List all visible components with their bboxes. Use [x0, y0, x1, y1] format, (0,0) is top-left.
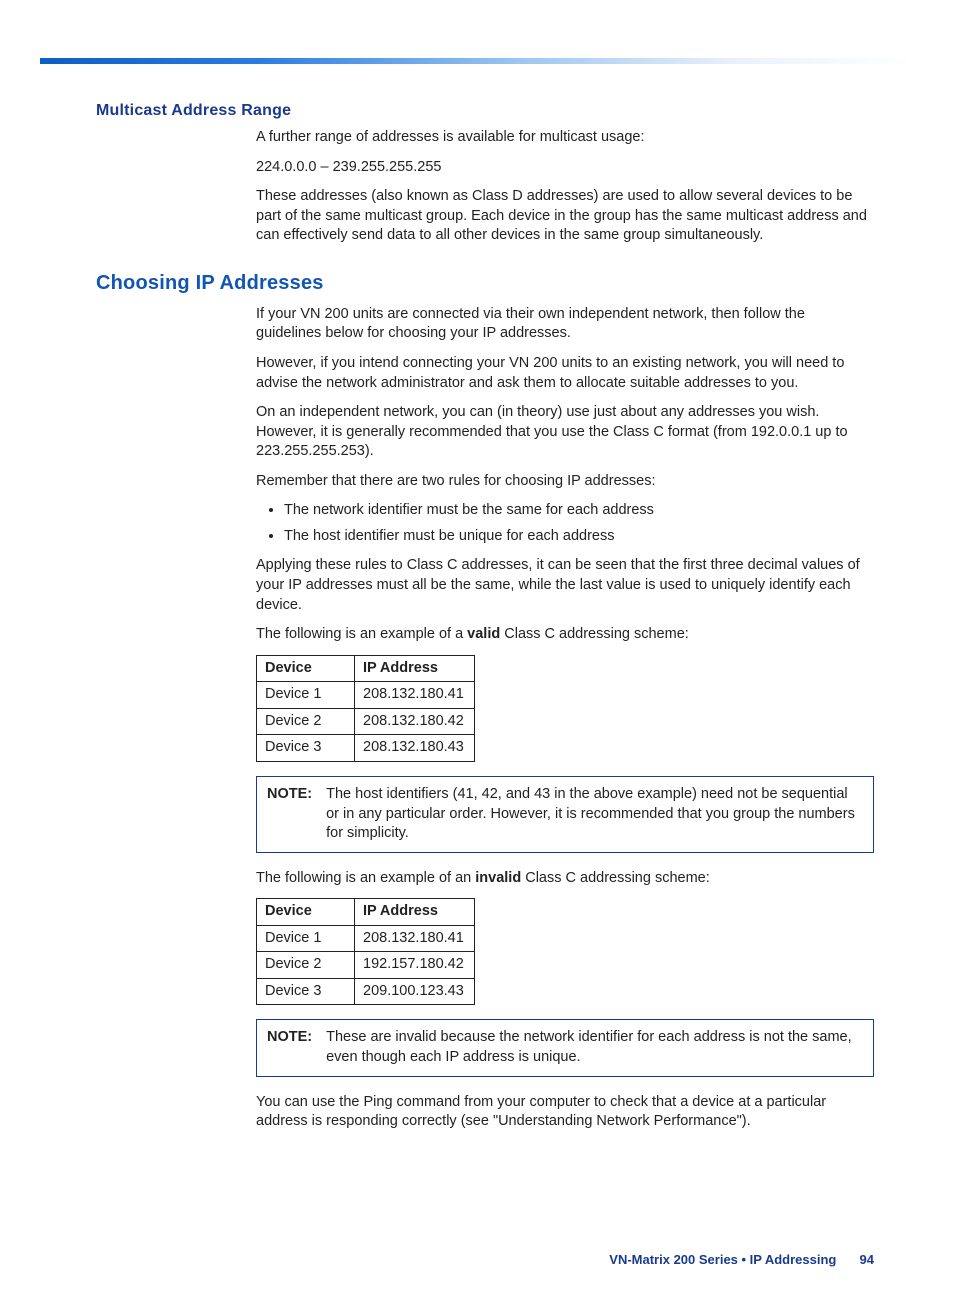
list-item: The network identifier must be the same …	[284, 501, 874, 521]
closing-paragraph: You can use the Ping command from your c…	[256, 1093, 874, 1132]
heading-multicast: Multicast Address Range	[96, 102, 874, 120]
heading-choosing: Choosing IP Addresses	[96, 272, 874, 295]
note-text: These are invalid because the network id…	[326, 1028, 863, 1067]
table-header-ip: IP Address	[355, 655, 475, 682]
note-text: The host identifiers (41, 42, and 43 in …	[326, 785, 863, 844]
table-row: Device 3208.132.180.43	[257, 735, 475, 762]
multicast-intro: A further range of addresses is availabl…	[256, 128, 874, 148]
table-row: Device 2208.132.180.42	[257, 708, 475, 735]
valid-intro: The following is an example of a valid C…	[256, 625, 874, 645]
table-header-device: Device	[257, 655, 355, 682]
note-label: NOTE:	[267, 1028, 312, 1067]
note-label: NOTE:	[267, 785, 312, 844]
note-box-2: NOTE: These are invalid because the netw…	[256, 1019, 874, 1076]
table-row: Device 2192.157.180.42	[257, 952, 475, 979]
table-header-device: Device	[257, 899, 355, 926]
choosing-p5: Applying these rules to Class C addresse…	[256, 556, 874, 615]
note-box-1: NOTE: The host identifiers (41, 42, and …	[256, 776, 874, 853]
list-item: The host identifier must be unique for e…	[284, 527, 874, 547]
multicast-desc: These addresses (also known as Class D a…	[256, 187, 874, 246]
multicast-range: 224.0.0.0 – 239.255.255.255	[256, 158, 874, 178]
choosing-p3: On an independent network, you can (in t…	[256, 403, 874, 462]
page-number: 94	[840, 1252, 874, 1267]
choosing-p2: However, if you intend connecting your V…	[256, 354, 874, 393]
table-row: Device 1208.132.180.41	[257, 682, 475, 709]
invalid-address-table: Device IP Address Device 1208.132.180.41…	[256, 898, 475, 1005]
choosing-p1: If your VN 200 units are connected via t…	[256, 305, 874, 344]
header-gradient-bar	[40, 58, 914, 64]
footer-text: VN-Matrix 200 Series • IP Addressing	[609, 1252, 836, 1267]
table-header-ip: IP Address	[355, 899, 475, 926]
page-footer: VN-Matrix 200 Series • IP Addressing 94	[0, 1252, 874, 1267]
valid-address-table: Device IP Address Device 1208.132.180.41…	[256, 655, 475, 762]
choosing-p4: Remember that there are two rules for ch…	[256, 472, 874, 492]
page-content: Multicast Address Range A further range …	[96, 102, 874, 1132]
table-row: Device 3209.100.123.43	[257, 978, 475, 1005]
invalid-intro: The following is an example of an invali…	[256, 869, 874, 889]
choosing-rules-list: The network identifier must be the same …	[256, 501, 874, 546]
table-row: Device 1208.132.180.41	[257, 925, 475, 952]
